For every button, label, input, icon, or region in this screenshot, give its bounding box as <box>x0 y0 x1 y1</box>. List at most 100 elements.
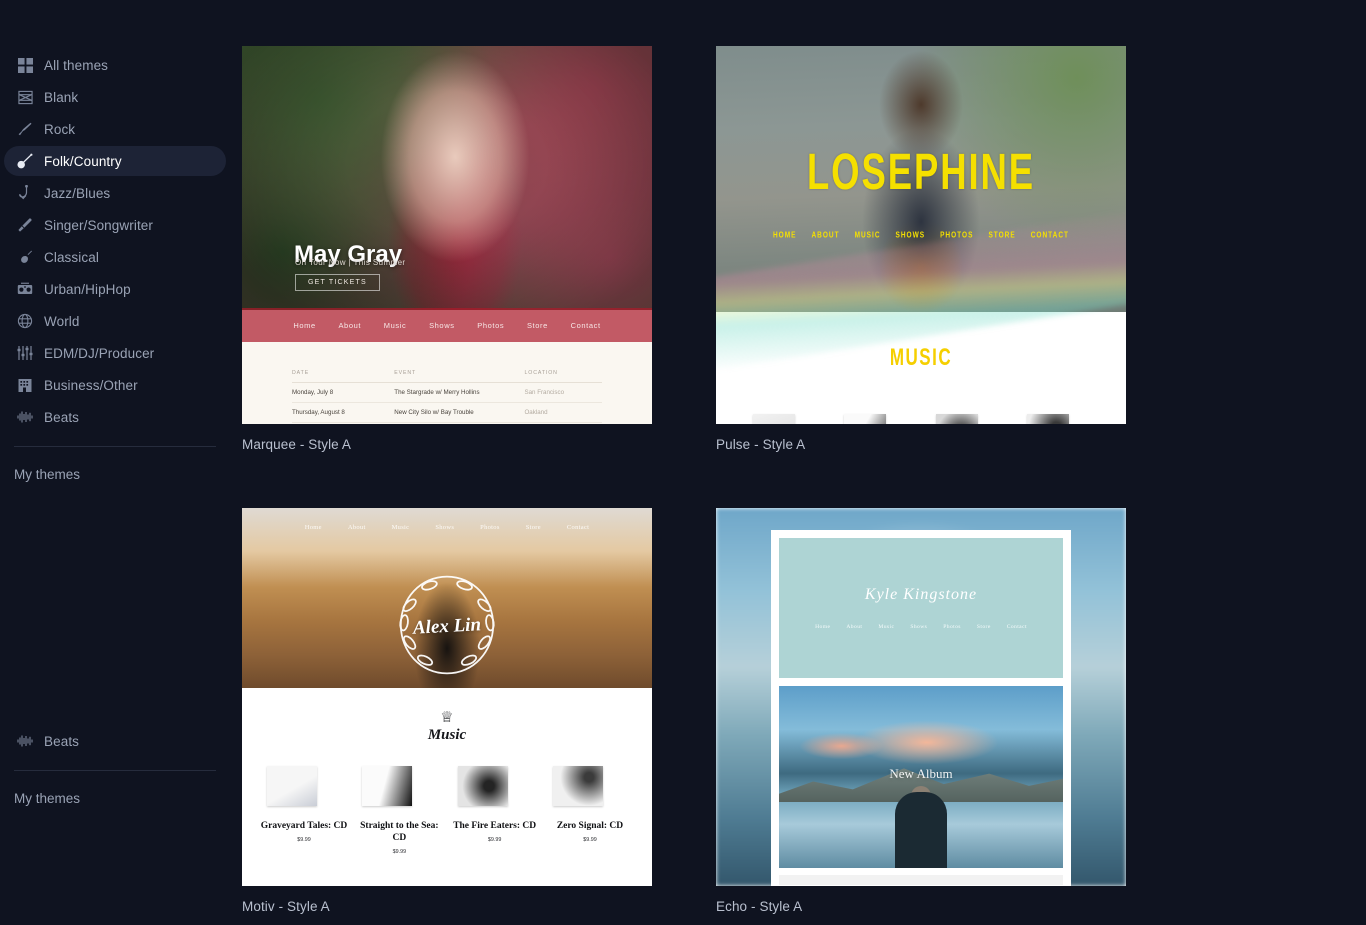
product-price: $9.99 <box>583 837 597 844</box>
theme-preview-motiv[interactable]: Home About Music Shows Photos Store Cont… <box>242 508 652 886</box>
hero-photo <box>242 46 652 310</box>
preview-nav-item: Contact <box>566 524 590 531</box>
cell-location <box>524 422 602 424</box>
preview-nav-item: Shows <box>429 320 455 330</box>
sidebar-item-label: Beats <box>44 733 80 749</box>
table-row: Thursday, August 8 New City Silo w/ Bay … <box>292 402 602 423</box>
table-row: Monday, July 8 The Stargrade w/ Merry Ho… <box>292 382 602 403</box>
preview-nav-item: Store <box>525 524 541 531</box>
preview-nav-item: Home <box>304 524 322 531</box>
product-item: The Fire Eaters: CD $9.99 <box>451 766 539 855</box>
product-name: Straight to the Sea: CD <box>360 821 439 844</box>
preview-nav-item: Store <box>526 320 548 330</box>
boombox-icon <box>16 280 34 298</box>
preview-nav-item: SHOWS <box>895 231 926 240</box>
sidebar-item-jazz-blues[interactable]: Jazz/Blues <box>4 178 226 208</box>
building-icon <box>16 376 34 394</box>
theme-card-echo[interactable]: Kyle Kingstone Home About Music Shows Ph… <box>716 508 1126 914</box>
preview-nav-item: STORE <box>988 231 1016 240</box>
column-header-location: LOCATION <box>524 370 602 383</box>
sidebar-item-my-themes[interactable]: My themes <box>0 461 230 488</box>
tour-dates-table: DATE EVENT LOCATION Monday, July 8 The S… <box>292 370 602 424</box>
waveform-icon <box>16 408 34 426</box>
sidebar-item-label: World <box>44 313 80 329</box>
sidebar-item-business-other[interactable]: Business/Other <box>4 370 226 400</box>
cell-date: Monday, July 8 <box>292 382 395 403</box>
product-name: The Fire Eaters: CD <box>453 821 537 831</box>
preview-artist-name: LOSEPHINE <box>806 144 1036 202</box>
category-sidebar: All themes Blank Rock Folk/Country Jazz/ <box>0 0 230 925</box>
theme-card-title: Pulse - Style A <box>716 437 806 452</box>
preview-nav-item: Contact <box>1006 624 1027 630</box>
album-thumbnail <box>752 414 815 424</box>
theme-card-title: Marquee - Style A <box>242 437 352 452</box>
sidebar-item-urban-hiphop[interactable]: Urban/HipHop <box>4 274 226 304</box>
product-price: $9.99 <box>487 837 502 844</box>
product-item: Graveyard Tales: CD $9.99 <box>260 766 348 855</box>
waveform-icon <box>16 732 34 750</box>
cell-date: Thursday, August 8 <box>292 402 395 423</box>
sidebar-item-blank[interactable]: Blank <box>4 82 226 112</box>
preview-nav-item: MUSIC <box>854 231 881 240</box>
preview-section-heading: Music <box>427 727 467 743</box>
sidebar-item-beats[interactable]: Beats <box>4 402 226 432</box>
preview-nav-item: Music <box>391 524 410 531</box>
theme-card-pulse[interactable]: LOSEPHINE HOME ABOUT MUSIC SHOWS PHOTOS … <box>716 46 1126 452</box>
blank-page-icon <box>16 88 34 106</box>
table-row: Thursday, October 3 @ 7:00PM Content Lay… <box>292 422 602 424</box>
cell-date: Thursday, October 3 @ 7:00PM <box>292 422 395 424</box>
product-grid: Graveyard Tales: CD $9.99 Straight to th… <box>242 744 652 855</box>
product-item: Zero Signal: CD $9.99 <box>546 766 634 855</box>
preview-artist-name: Alex Lin <box>412 614 482 639</box>
sidebar-item-label: Rock <box>44 121 76 137</box>
preview-frame: Kyle Kingstone Home About Music Shows Ph… <box>771 530 1071 886</box>
electric-guitar-icon <box>16 120 34 138</box>
preview-nav-item: Home <box>293 320 316 330</box>
preview-nav-item: PHOTOS <box>940 231 974 240</box>
preview-nav-item: Home <box>815 624 831 630</box>
theme-card-motiv[interactable]: Home About Music Shows Photos Store Cont… <box>242 508 652 914</box>
product-name: Graveyard Tales: CD <box>260 821 348 831</box>
preview-cta-button: GET TICKETS <box>295 274 380 291</box>
theme-card-marquee[interactable]: May Gray On Tour Now | This Summer GET T… <box>242 46 652 452</box>
theme-preview-marquee[interactable]: May Gray On Tour Now | This Summer GET T… <box>242 46 652 424</box>
product-price: $9.99 <box>392 849 407 856</box>
preview-nav-item: Photos <box>943 624 961 630</box>
sidebar-item-my-themes-secondary[interactable]: My themes <box>0 785 230 812</box>
column-header-event: EVENT <box>394 370 525 383</box>
theme-preview-echo[interactable]: Kyle Kingstone Home About Music Shows Ph… <box>716 508 1126 886</box>
preview-nav-item: Music <box>383 320 407 330</box>
cell-event: The Stargrade w/ Merry Hollins <box>394 382 525 403</box>
sidebar-item-label: Singer/Songwriter <box>44 217 154 233</box>
sidebar-item-folk-country[interactable]: Folk/Country <box>4 146 226 176</box>
sidebar-item-singer-songwriter[interactable]: Singer/Songwriter <box>4 210 226 240</box>
preview-nav-item: CONTACT <box>1030 231 1070 240</box>
sidebar-item-classical[interactable]: Classical <box>4 242 226 272</box>
theme-grid: May Gray On Tour Now | This Summer GET T… <box>242 46 1346 914</box>
preview-footer-strip <box>779 875 1063 885</box>
sidebar-item-rock[interactable]: Rock <box>4 114 226 144</box>
saxophone-icon <box>16 184 34 202</box>
microphone-icon <box>16 216 34 234</box>
preview-nav-item: ABOUT <box>811 231 840 240</box>
preview-body: ♕ Music Graveyard Tales: CD $9.99 Straig… <box>242 688 652 886</box>
album-thumbnail <box>1027 414 1090 424</box>
sidebar-item-all-themes[interactable]: All themes <box>4 50 226 80</box>
crown-icon: ♕ <box>440 709 454 726</box>
grid-icon <box>16 56 34 74</box>
banjo-icon <box>16 152 34 170</box>
violin-icon <box>16 248 34 266</box>
sidebar-divider <box>14 446 216 447</box>
sidebar-item-world[interactable]: World <box>4 306 226 336</box>
sidebar-divider-secondary <box>14 770 216 771</box>
preview-nav-item: About <box>338 320 362 330</box>
preview-header-panel: Kyle Kingstone Home About Music Shows Ph… <box>779 538 1063 678</box>
sidebar-item-edm-dj-producer[interactable]: EDM/DJ/Producer <box>4 338 226 368</box>
theme-picker-app: All themes Blank Rock Folk/Country Jazz/ <box>0 0 1366 925</box>
preview-nav-bar: Home About Music Shows Photos Store Cont… <box>242 524 652 531</box>
sidebar-item-label: EDM/DJ/Producer <box>44 345 155 361</box>
sidebar-item-label: Blank <box>44 89 79 105</box>
sidebar-item-beats-secondary[interactable]: Beats <box>4 726 226 756</box>
theme-preview-pulse[interactable]: LOSEPHINE HOME ABOUT MUSIC SHOWS PHOTOS … <box>716 46 1126 424</box>
